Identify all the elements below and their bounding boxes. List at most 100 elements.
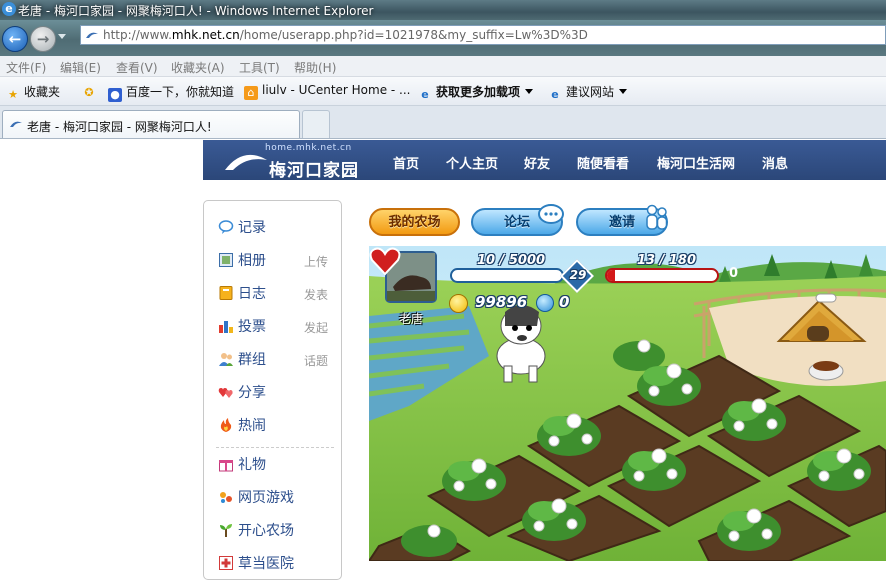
favorite-link-label: 获取更多加载项 [436,85,521,99]
hospital-icon [219,556,233,570]
gems-count: 0 [559,293,570,311]
sidebar: 记录 相册 上传 日志 发表 投票 发起 群组 话题 分享 热闹 礼物 网页游戏… [203,200,342,580]
sidebar-item-blog[interactable]: 日志 发表 [216,283,336,305]
sidebar-action-post[interactable]: 发表 [304,286,328,303]
suggested-sites-button[interactable]: e 建议网站 [548,83,628,102]
sprout-icon [220,524,232,537]
bar-chart-icon [219,321,233,333]
forum-label: 论坛 [503,215,530,230]
sidebar-item-label: 礼物 [238,457,266,473]
sidebar-item-label: 网页游戏 [238,490,294,506]
back-button[interactable]: ← [2,26,28,52]
tab-active[interactable]: 老唐 - 梅河口家园 - 网聚梅河口人! [2,110,300,138]
sidebar-item-poll[interactable]: 投票 发起 [216,316,336,338]
sidebar-item-label: 开心农场 [238,523,294,539]
sidebar-item-label: 相册 [238,253,266,269]
health-bar [605,268,719,283]
photo-frame-icon [219,253,233,267]
menu-bar: 文件(F) 编辑(E) 查看(V) 收藏夹(A) 工具(T) 帮助(H) [0,56,886,77]
menu-tools[interactable]: 工具(T) [239,59,280,76]
favorites-bar: ★ 收藏夹 ✪ ● 百度一下，你就知道 ⌂ liulv - UCenter Home … [0,77,886,106]
sidebar-action-upload[interactable]: 上传 [304,253,328,270]
sidebar-item-happy-farm[interactable]: 开心农场 [216,520,336,542]
nav-profile[interactable]: 个人主页 [446,153,498,172]
star-icon: ★ [8,88,18,101]
invite-button[interactable]: 邀请 [576,204,668,236]
window-titlebar: e 老唐 - 梅河口家园 - 网聚梅河口人! - Windows Interne… [0,0,886,20]
favorites-button[interactable]: ★ 收藏夹 [6,83,60,102]
sidebar-divider [216,447,334,448]
sidebar-item-records[interactable]: 记录 [216,217,336,239]
url-domain: mhk.net.cn [171,28,240,42]
favorite-link-ucenter[interactable]: ⌂ liulv - UCenter Home - ... [244,83,411,100]
ie-icon: e [551,88,559,101]
url-prefix: http://www. [103,28,172,42]
sidebar-item-gifts[interactable]: 礼物 [216,454,336,476]
notebook-icon [219,286,233,300]
favorite-link-label: 建议网站 [566,85,615,99]
house-icon: ⌂ [244,86,258,100]
menu-file[interactable]: 文件(F) [6,59,46,76]
chat-bubble-icon [538,204,564,224]
site-favicon-icon [10,121,22,127]
favorite-link-baidu[interactable]: ● 百度一下，你就知道 [108,83,234,102]
new-tab-button[interactable] [302,110,330,138]
address-bar[interactable]: http://www.mhk.net.cn/home/userapp.php?i… [80,25,886,45]
hearts-count: 0 [729,266,739,281]
paw-icon: ● [108,88,122,102]
sidebar-item-groups[interactable]: 群组 话题 [216,349,336,371]
menu-edit[interactable]: 编辑(E) [60,59,101,76]
sidebar-item-label: 日志 [238,286,266,302]
sidebar-action-start[interactable]: 发起 [304,319,328,336]
dropdown-arrow-icon [619,89,628,94]
dropdown-arrow-icon [525,89,534,94]
sidebar-item-album[interactable]: 相册 上传 [216,250,336,272]
hearts-icon [218,388,233,398]
logo-domain: home.mhk.net.cn [265,143,352,153]
heart-icon [369,247,401,276]
nav-messages[interactable]: 消息 [762,153,788,172]
site-logo[interactable]: 梅河口家园 [269,156,359,181]
game-icon [220,492,232,503]
experience-text: 10 / 5000 [477,253,546,268]
address-url[interactable]: http://www.mhk.net.cn/home/userapp.php?i… [103,28,588,42]
tab-bar: 老唐 - 梅河口家园 - 网聚梅河口人! [0,106,886,139]
sidebar-item-share[interactable]: 分享 [216,382,336,404]
tab-title: 老唐 - 梅河口家园 - 网聚梅河口人! [27,120,212,134]
sidebar-item-hospital[interactable]: 草当医院 [216,553,336,575]
my-farm-button[interactable]: 我的农场 [369,208,460,236]
recent-pages-dropdown-icon[interactable] [58,34,66,39]
nav-life-network[interactable]: 梅河口生活网 [657,153,735,172]
farm-scene [369,246,886,561]
logo-swoosh-icon [225,154,267,170]
get-addons-button[interactable]: e 获取更多加载项 [418,83,534,102]
favorites-label: 收藏夹 [24,85,61,99]
window-title: 老唐 - 梅河口家园 - 网聚梅河口人! - Windows Internet … [18,4,374,18]
experience-bar [450,268,564,283]
url-path: /home/userapp.php?id=1021978&my_suffix=L… [239,28,588,42]
menu-view[interactable]: 查看(V) [116,59,158,76]
sidebar-item-label: 分享 [238,385,266,401]
sidebar-action-topics[interactable]: 话题 [304,352,328,369]
gem-icon [536,294,554,312]
people-icon [219,353,233,366]
flame-icon [220,418,232,432]
farm-game-viewport[interactable]: 老唐 10 / 5000 29 13 / 180 0 99896 0 [369,246,886,561]
coin-icon [449,294,468,313]
invite-label: 邀请 [608,215,635,230]
favorite-link-label: liulv - UCenter Home - ... [262,83,411,97]
speech-bubble-icon [218,220,234,234]
sidebar-item-label: 草当医院 [238,556,294,572]
add-favorite-button[interactable]: ✪ [82,83,100,100]
sidebar-item-hot[interactable]: 热闹 [216,415,336,437]
menu-favorites[interactable]: 收藏夹(A) [171,59,225,76]
nav-friends[interactable]: 好友 [524,153,550,172]
sidebar-item-web-games[interactable]: 网页游戏 [216,487,336,509]
menu-help[interactable]: 帮助(H) [294,59,336,76]
forum-button[interactable]: 论坛 [471,204,564,236]
health-bar-fill [607,270,615,281]
nav-home[interactable]: 首页 [393,153,419,172]
forward-button[interactable]: → [30,26,56,52]
level-text: 29 [569,268,587,282]
nav-browse[interactable]: 随便看看 [577,153,629,172]
